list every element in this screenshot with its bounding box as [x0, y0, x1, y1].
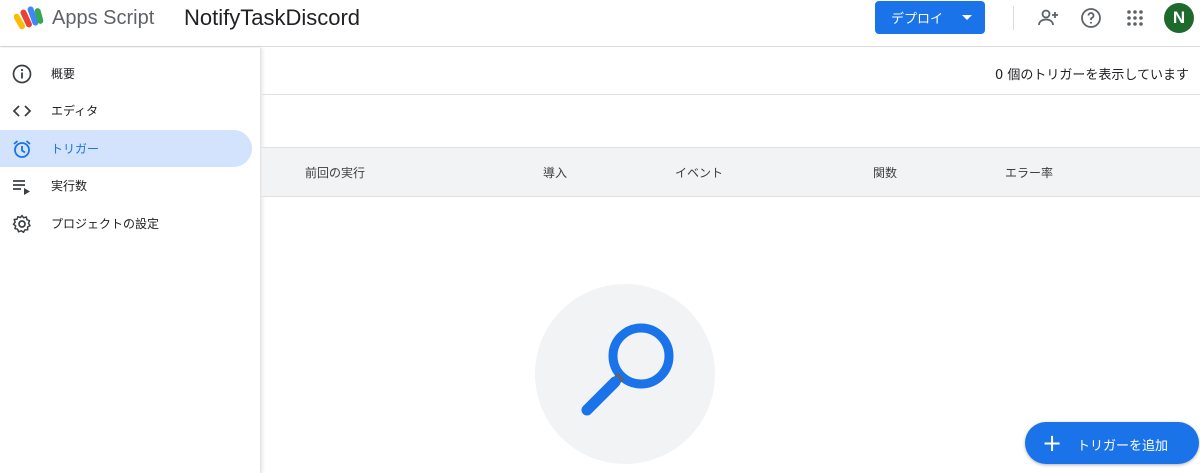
chevron-down-icon: [962, 15, 972, 20]
avatar-initial: N: [1172, 8, 1186, 27]
deploy-button[interactable]: デプロイ: [875, 1, 985, 34]
divider: [262, 94, 1200, 95]
help-icon[interactable]: [1078, 5, 1104, 31]
sidebar-item-project-settings[interactable]: プロジェクトの設定: [0, 205, 252, 242]
sidebar-item-triggers[interactable]: トリガー: [0, 130, 252, 167]
top-bar: Apps Script NotifyTaskDiscord デプロイ N: [0, 0, 1200, 47]
column-header-event[interactable]: イベント: [675, 164, 723, 181]
search-icon: [581, 323, 674, 416]
app-name[interactable]: Apps Script: [52, 7, 154, 30]
info-icon: [11, 63, 33, 85]
empty-state-illustration: [535, 284, 715, 464]
column-header-function[interactable]: 関数: [873, 164, 897, 181]
add-trigger-label: トリガーを追加: [1077, 439, 1169, 454]
apps-grid-icon[interactable]: [1122, 5, 1148, 31]
playlist-play-icon: [11, 175, 33, 197]
sidebar-item-overview[interactable]: 概要: [0, 55, 252, 92]
code-icon: [11, 100, 33, 122]
project-title[interactable]: NotifyTaskDiscord: [184, 5, 360, 31]
sidebar: 概要 エディタ トリガー 実行数 プロジェクトの設定: [0, 48, 261, 473]
person-add-icon[interactable]: [1035, 5, 1061, 31]
sidebar-item-label: プロジェクトの設定: [51, 217, 160, 231]
triggers-table-header: 前回の実行 導入 イベント 関数 エラー率: [262, 147, 1200, 197]
sidebar-item-label: エディタ: [51, 104, 99, 118]
sidebar-item-executions[interactable]: 実行数: [0, 167, 252, 204]
sidebar-item-editor[interactable]: エディタ: [0, 92, 252, 129]
sidebar-item-label: トリガー: [51, 142, 100, 156]
avatar[interactable]: N: [1164, 3, 1194, 33]
sidebar-item-label: 実行数: [51, 179, 88, 193]
gear-icon: [11, 213, 33, 235]
column-header-last-run[interactable]: 前回の実行: [305, 164, 365, 181]
column-header-error-rate[interactable]: エラー率: [1005, 164, 1053, 181]
alarm-icon: [11, 138, 33, 160]
sidebar-item-label: 概要: [51, 67, 76, 81]
trigger-count-text: 0 個のトリガーを表示しています: [994, 68, 1189, 83]
deploy-label: デプロイ: [891, 12, 944, 27]
column-header-deployment[interactable]: 導入: [543, 164, 567, 181]
header-divider: [1013, 6, 1014, 30]
plus-icon: +: [1042, 429, 1063, 457]
add-trigger-button[interactable]: + トリガーを追加: [1025, 422, 1199, 464]
main-content: 0 個のトリガーを表示しています 前回の実行 導入 イベント 関数 エラー率 +…: [262, 48, 1200, 473]
apps-script-logo[interactable]: [14, 4, 46, 32]
